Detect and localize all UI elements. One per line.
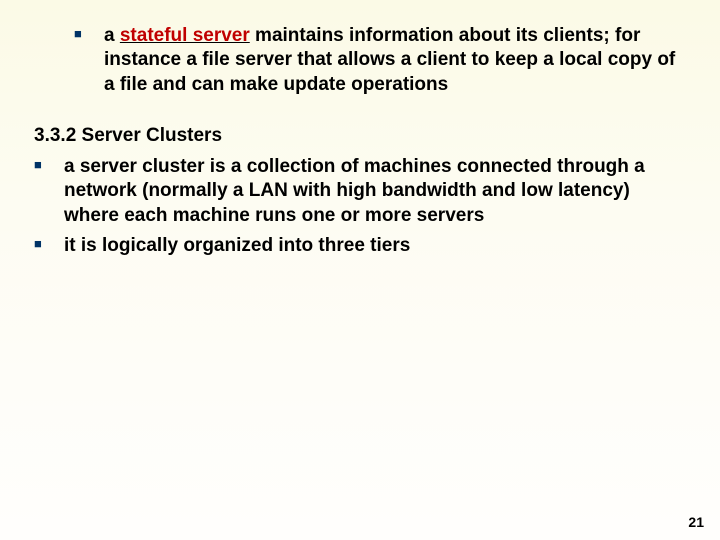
page-number: 21 (688, 514, 704, 530)
highlight-stateful-server: stateful server (120, 25, 250, 46)
section-number: 3.3.2 (34, 125, 76, 146)
top-bullet-list: a stateful server maintains information … (74, 24, 686, 97)
bullet-three-tiers: it is logically organized into three tie… (34, 234, 686, 258)
slide: a stateful server maintains information … (0, 0, 720, 540)
text-prefix: a (104, 25, 120, 46)
bullet-server-cluster-def: a server cluster is a collection of mach… (34, 155, 686, 228)
bullet-stateful-server: a stateful server maintains information … (74, 24, 686, 97)
section-heading: 3.3.2 Server Clusters (34, 125, 686, 147)
slide-content: a stateful server maintains information … (0, 0, 720, 258)
section-bullet-list: a server cluster is a collection of mach… (34, 155, 686, 258)
section-title: Server Clusters (82, 125, 222, 146)
